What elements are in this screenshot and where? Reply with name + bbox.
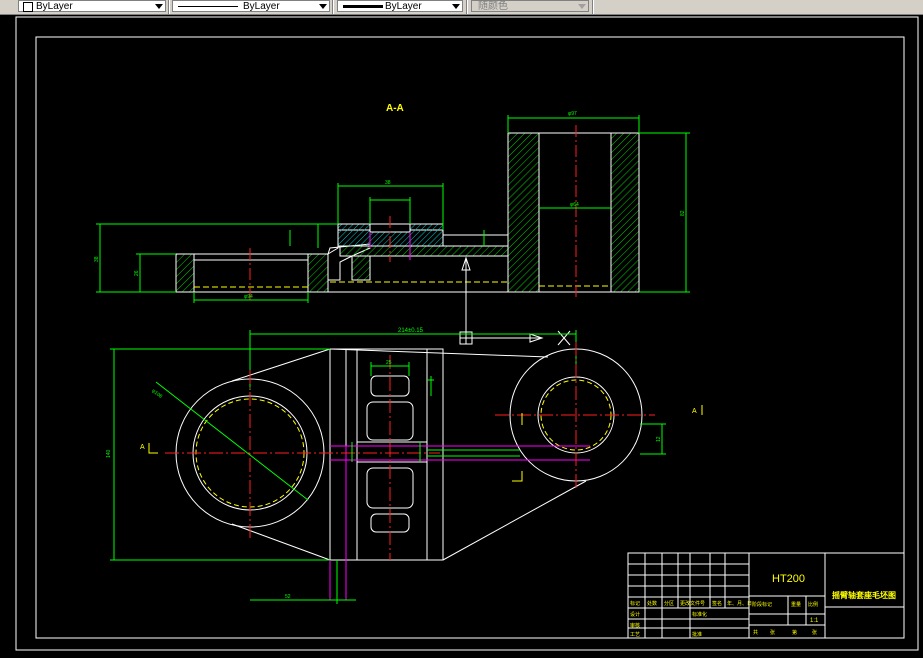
toolbar-separator <box>466 0 468 14</box>
tb-cell: 工艺 <box>630 632 640 638</box>
title-part-name: 摇臂轴套座毛坯图 <box>832 590 896 600</box>
dim-bottom: 52 <box>285 594 291 600</box>
plotstyle-control[interactable]: 随颜色 <box>471 0 589 12</box>
dim-pocket: 25 <box>386 360 392 366</box>
dim-right-height: 82 <box>680 210 686 216</box>
plan-view: 214±0.15 A A φ108 140 52 25 12 <box>106 328 703 604</box>
tb-cell: 设计 <box>630 611 640 618</box>
dim-hub-bore: φ64 <box>570 202 579 208</box>
toolbar-separator <box>332 0 334 14</box>
tb-cell: 标准化 <box>692 611 707 618</box>
linetype-preview-icon <box>178 6 238 7</box>
color-control[interactable]: ByLayer <box>18 0 166 12</box>
view-label-left: A <box>140 444 145 451</box>
dim-left-bore: φ94 <box>244 294 253 300</box>
lineweight-preview-icon <box>343 5 383 8</box>
linetype-control[interactable]: ByLayer <box>172 0 330 12</box>
plotstyle-control-value: 随颜色 <box>478 1 508 12</box>
tb-cell: 批准 <box>692 631 702 638</box>
tb-cell: 签名 <box>712 600 722 607</box>
linetype-control-value: ByLayer <box>243 1 280 12</box>
tb-cell: 比例 <box>808 601 818 608</box>
chevron-down-icon <box>155 4 163 9</box>
section-title: A-A <box>386 103 404 114</box>
color-control-value: ByLayer <box>36 1 73 12</box>
lineweight-control[interactable]: ByLayer <box>337 0 463 12</box>
title-material: HT200 <box>772 573 805 585</box>
dim-hole-dia: φ108 <box>150 388 163 400</box>
dim-left-overall: 140 <box>106 449 112 458</box>
tb-cell: 分区 <box>664 600 674 607</box>
view-label-right: A <box>692 408 697 415</box>
dim-top-width: φ97 <box>568 111 577 117</box>
tb-cell: 重量 <box>791 601 801 608</box>
chevron-down-icon <box>319 4 327 9</box>
chevron-down-icon <box>578 4 586 9</box>
section-view: φ97 φ64 82 38 38 26 φ94 <box>94 111 690 346</box>
tb-cell: 处数 <box>647 600 657 607</box>
tb-cell: 更改文件号 <box>680 600 705 607</box>
lineweight-control-value: ByLayer <box>385 1 422 12</box>
tb-cell: 张 <box>770 629 775 636</box>
dim-slot-width: 38 <box>385 180 391 186</box>
tb-cell: 审核 <box>630 622 640 629</box>
toolbar-separator <box>592 0 594 14</box>
dim-left-step: 26 <box>134 270 140 276</box>
chevron-down-icon <box>452 4 460 9</box>
dim-overall: 214±0.15 <box>398 328 424 334</box>
title-scale: 1:1 <box>810 618 819 624</box>
title-block: HT200 摇臂轴套座毛坯图 1:1 标记 处数 分区 更改文件号 签名 年、月… <box>627 552 905 639</box>
dim-left-height: 38 <box>94 256 100 262</box>
toolbar-separator <box>168 0 170 14</box>
color-swatch-icon <box>23 2 33 12</box>
properties-toolbar: ByLayer ByLayer ByLayer 随颜色 <box>0 0 923 15</box>
tb-cell: 张 <box>812 629 817 636</box>
tb-cell: 共 <box>753 629 758 636</box>
tb-cell: 年、月、日 <box>727 600 752 607</box>
dim-right-small: 12 <box>656 436 662 442</box>
drawing-canvas[interactable]: A-A φ97 φ64 82 38 38 26 φ94 214±0.15 A A… <box>0 14 923 653</box>
tb-cell: 第 <box>792 629 797 636</box>
tb-cell: 阶段标记 <box>752 601 772 608</box>
tb-cell: 标记 <box>630 600 640 607</box>
